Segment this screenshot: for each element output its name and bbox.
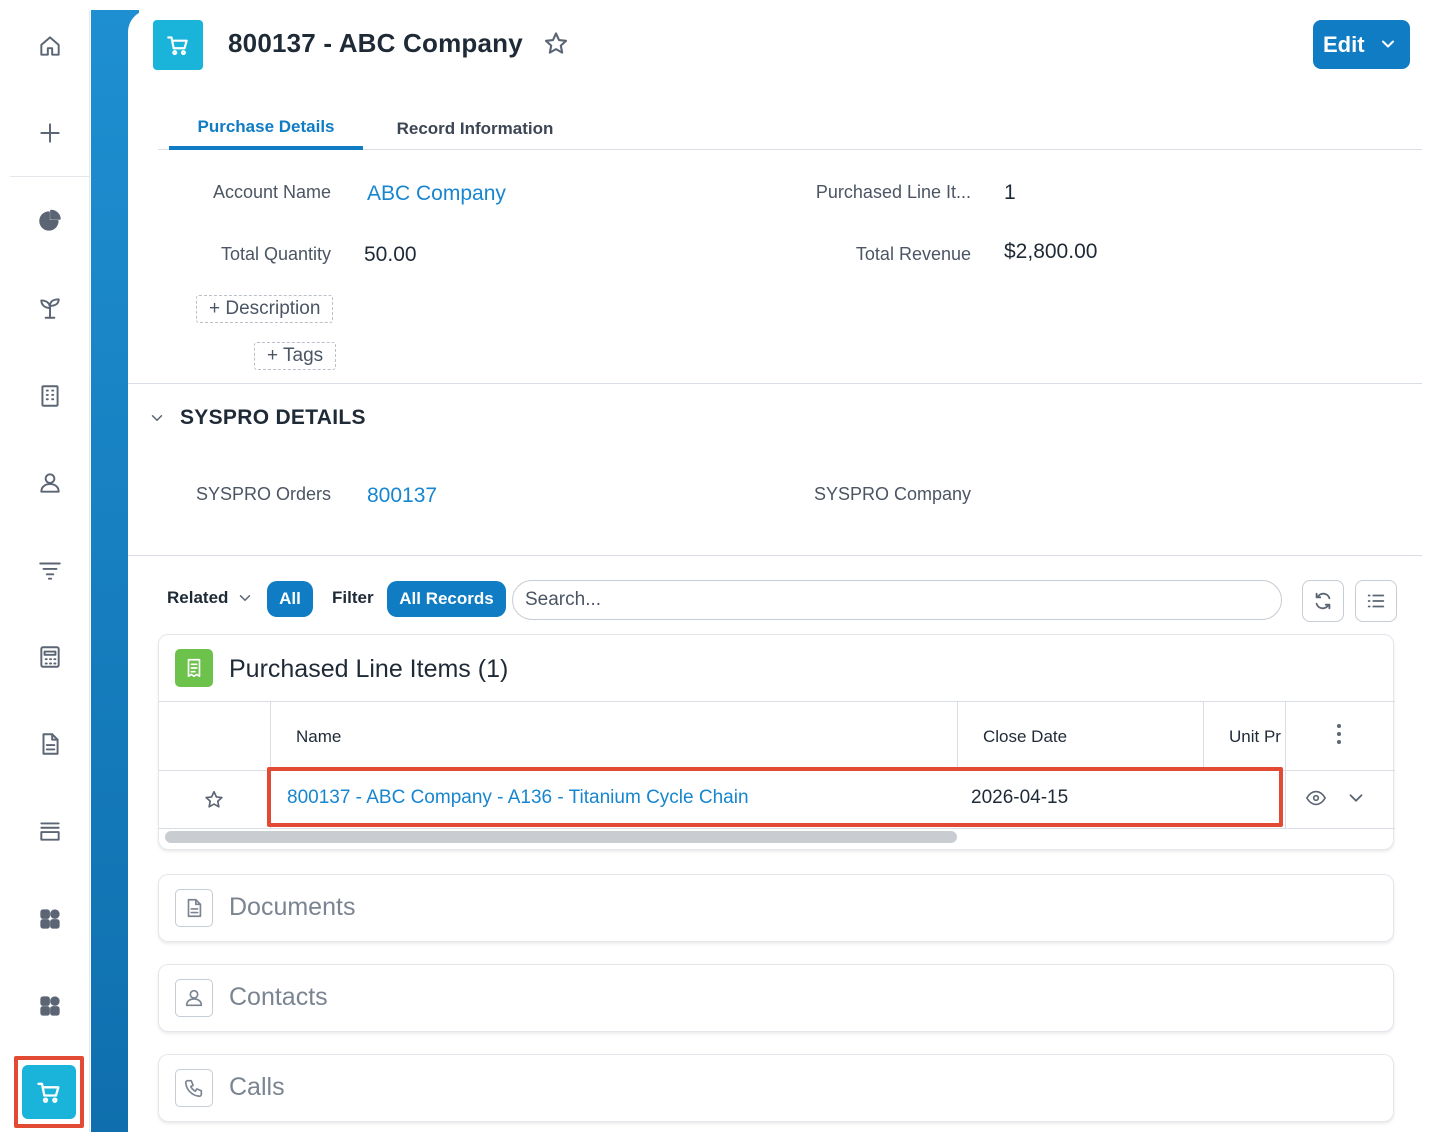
column-divider bbox=[1285, 702, 1286, 828]
nav-divider bbox=[10, 176, 90, 177]
contact-icon bbox=[175, 979, 213, 1017]
cart-icon bbox=[153, 20, 203, 70]
building-icon[interactable] bbox=[10, 366, 90, 426]
calculator-icon[interactable] bbox=[10, 627, 90, 687]
column-header-name[interactable]: Name bbox=[296, 727, 341, 747]
syspro-section-header[interactable]: SYSPRO DETAILS bbox=[148, 406, 366, 430]
chevron-down-icon bbox=[151, 415, 163, 421]
horizontal-scrollbar[interactable] bbox=[165, 831, 957, 843]
add-icon[interactable] bbox=[10, 103, 90, 163]
contacts-title: Contacts bbox=[229, 983, 328, 1011]
purchased-line-items-title: Purchased Line Items (1) bbox=[229, 655, 509, 683]
contacts-card[interactable]: Contacts bbox=[158, 964, 1394, 1032]
row-favorite-star-icon[interactable] bbox=[203, 789, 225, 816]
column-divider bbox=[1203, 702, 1204, 770]
related-search-input[interactable] bbox=[512, 580, 1282, 620]
syspro-section-title: SYSPRO DETAILS bbox=[180, 406, 366, 429]
favorite-star-icon[interactable] bbox=[542, 30, 570, 58]
list-icon bbox=[1367, 594, 1385, 608]
edit-button[interactable]: Edit bbox=[1313, 20, 1410, 69]
column-divider bbox=[957, 702, 958, 770]
account-name-link[interactable]: ABC Company bbox=[367, 182, 506, 206]
purchased-line-items-card: Purchased Line Items (1) Name Close Date… bbox=[158, 634, 1395, 850]
edit-button-label: Edit bbox=[1323, 31, 1365, 57]
tab-purchase-details[interactable]: Purchase Details bbox=[169, 108, 363, 150]
filter-icon[interactable] bbox=[10, 540, 90, 600]
page-title: 800137 - ABC Company bbox=[228, 28, 523, 58]
view-eye-icon[interactable] bbox=[1305, 787, 1327, 814]
purchased-line-items-value: 1 bbox=[1004, 181, 1016, 204]
calls-title: Calls bbox=[229, 1073, 285, 1101]
person-icon[interactable] bbox=[10, 453, 90, 513]
stack-icon[interactable] bbox=[10, 801, 90, 861]
section-divider bbox=[128, 555, 1422, 556]
refresh-button[interactable] bbox=[1302, 580, 1344, 622]
kebab-menu-icon[interactable] bbox=[1335, 723, 1343, 745]
calls-card[interactable]: Calls bbox=[158, 1054, 1394, 1122]
home-icon[interactable] bbox=[10, 16, 90, 76]
left-navigation bbox=[10, 10, 90, 1132]
table-divider bbox=[159, 828, 1395, 829]
phone-icon bbox=[175, 1069, 213, 1107]
cart-icon bbox=[22, 1065, 76, 1119]
record-tabs: Purchase Details Record Information bbox=[158, 108, 1422, 150]
refresh-icon bbox=[1315, 592, 1331, 610]
table-divider bbox=[159, 701, 1395, 702]
documents-card[interactable]: Documents bbox=[158, 874, 1394, 942]
total-quantity-value: 50.00 bbox=[364, 243, 417, 266]
syspro-orders-link[interactable]: 800137 bbox=[367, 484, 437, 508]
chevron-down-icon[interactable] bbox=[1345, 787, 1367, 814]
documents-title: Documents bbox=[229, 893, 356, 921]
document-icon[interactable] bbox=[10, 714, 90, 774]
highlight-box bbox=[267, 767, 1283, 827]
all-records-button[interactable]: All Records bbox=[387, 581, 506, 617]
line-items-icon bbox=[175, 649, 213, 687]
purchased-line-items-label: Purchased Line It... bbox=[815, 182, 971, 202]
filter-label: Filter bbox=[332, 588, 374, 607]
related-label[interactable]: Related bbox=[167, 588, 228, 608]
tab-record-information[interactable]: Record Information bbox=[370, 108, 580, 150]
syspro-orders-label: SYSPRO Orders bbox=[195, 484, 331, 504]
apps-icon-2[interactable] bbox=[10, 976, 90, 1036]
total-revenue-value: $2,800.00 bbox=[1004, 240, 1098, 263]
column-header-unit-price[interactable]: Unit Pr bbox=[1229, 727, 1281, 747]
plant-icon[interactable] bbox=[10, 278, 90, 338]
total-quantity-label: Total Quantity bbox=[220, 244, 331, 264]
column-header-close-date[interactable]: Close Date bbox=[983, 727, 1067, 747]
syspro-company-label: SYSPRO Company bbox=[813, 484, 971, 504]
add-tags-button[interactable]: + Tags bbox=[254, 342, 337, 370]
apps-icon[interactable] bbox=[10, 889, 90, 949]
chevron-down-icon[interactable] bbox=[236, 589, 254, 612]
account-name-label: Account Name bbox=[212, 182, 331, 202]
app-window: 800137 - ABC Company Edit Purchase Detai… bbox=[10, 10, 1422, 1132]
add-description-button[interactable]: + Description bbox=[196, 295, 334, 323]
document-icon bbox=[175, 889, 213, 927]
related-toolbar: Related All Filter All Records bbox=[167, 580, 1407, 622]
chevron-down-icon bbox=[1378, 34, 1398, 54]
list-view-button[interactable] bbox=[1355, 580, 1397, 622]
all-button[interactable]: All bbox=[267, 581, 313, 617]
section-divider bbox=[128, 383, 1422, 384]
nav-purchases-active[interactable] bbox=[14, 1056, 84, 1128]
record-panel: 800137 - ABC Company Edit Purchase Detai… bbox=[128, 10, 1422, 1132]
total-revenue-label: Total Revenue bbox=[855, 244, 971, 264]
pie-chart-icon[interactable] bbox=[10, 191, 90, 251]
